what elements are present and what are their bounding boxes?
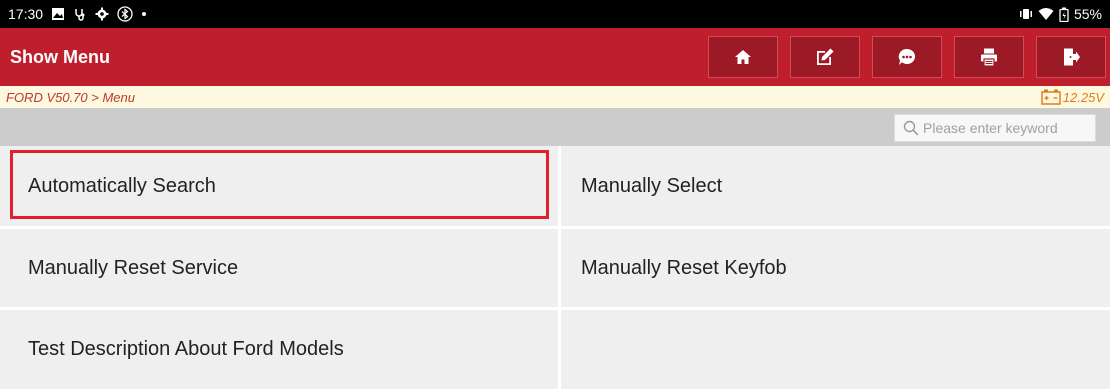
exit-icon [1064,48,1080,66]
status-time: 17:30 [8,6,44,22]
status-bar: 17:30 55% [0,0,1110,28]
menu-item-automatically-search[interactable]: Automatically Search [0,146,558,226]
battery-icon [1059,7,1069,22]
edit-button[interactable] [790,36,860,78]
voltage-indicator: 12.25V [1041,89,1110,105]
title-bar: Show Menu [0,28,1110,86]
image-icon [51,7,65,21]
stethoscope-icon [73,7,87,21]
battery-level: 55% [1073,6,1102,22]
home-icon [735,50,751,64]
status-bar-left: 17:30 [0,6,147,22]
menu-item-manually-reset-service[interactable]: Manually Reset Service [0,229,558,307]
search-box[interactable] [894,114,1096,142]
message-button[interactable] [872,36,942,78]
breadcrumb: FORD V50.70 > Menu [6,89,135,105]
menu-item-label: Manually Select [581,174,723,197]
menu-item-label: Manually Reset Service [28,256,239,279]
toolbar [696,36,1106,78]
vibrate-icon [1019,7,1033,21]
menu-item-manually-select[interactable]: Manually Select [561,146,1110,226]
search-icon [895,120,919,136]
voltage-value: 12.25V [1062,89,1104,105]
car-battery-icon [1041,89,1061,105]
menu-item-manually-reset-keyfob[interactable]: Manually Reset Keyfob [561,229,1110,307]
print-button[interactable] [954,36,1024,78]
settings-icon [95,7,109,21]
menu-item-label: Manually Reset Keyfob [581,256,787,279]
menu-item-label: Test Description About Ford Models [28,338,344,360]
menu-item-label: Automatically Search [28,174,216,197]
search-input[interactable] [919,119,1085,137]
bluetooth-icon [117,6,133,22]
print-icon [981,48,997,67]
message-icon [898,48,916,65]
wifi-icon [1038,7,1054,21]
search-bar [0,108,1110,146]
edit-icon [817,48,834,65]
status-bar-right: 55% [1019,6,1110,22]
menu-item-test-description[interactable]: Test Description About Ford Models [0,310,558,389]
dot-icon [141,11,147,17]
page-title: Show Menu [10,46,110,67]
exit-button[interactable] [1036,36,1106,78]
breadcrumb-bar: FORD V50.70 > Menu 12.25V [0,86,1110,108]
home-button[interactable] [708,36,778,78]
menu-grid: Automatically Search Manually Select Man… [0,146,1110,389]
menu-item-empty [561,310,1110,389]
